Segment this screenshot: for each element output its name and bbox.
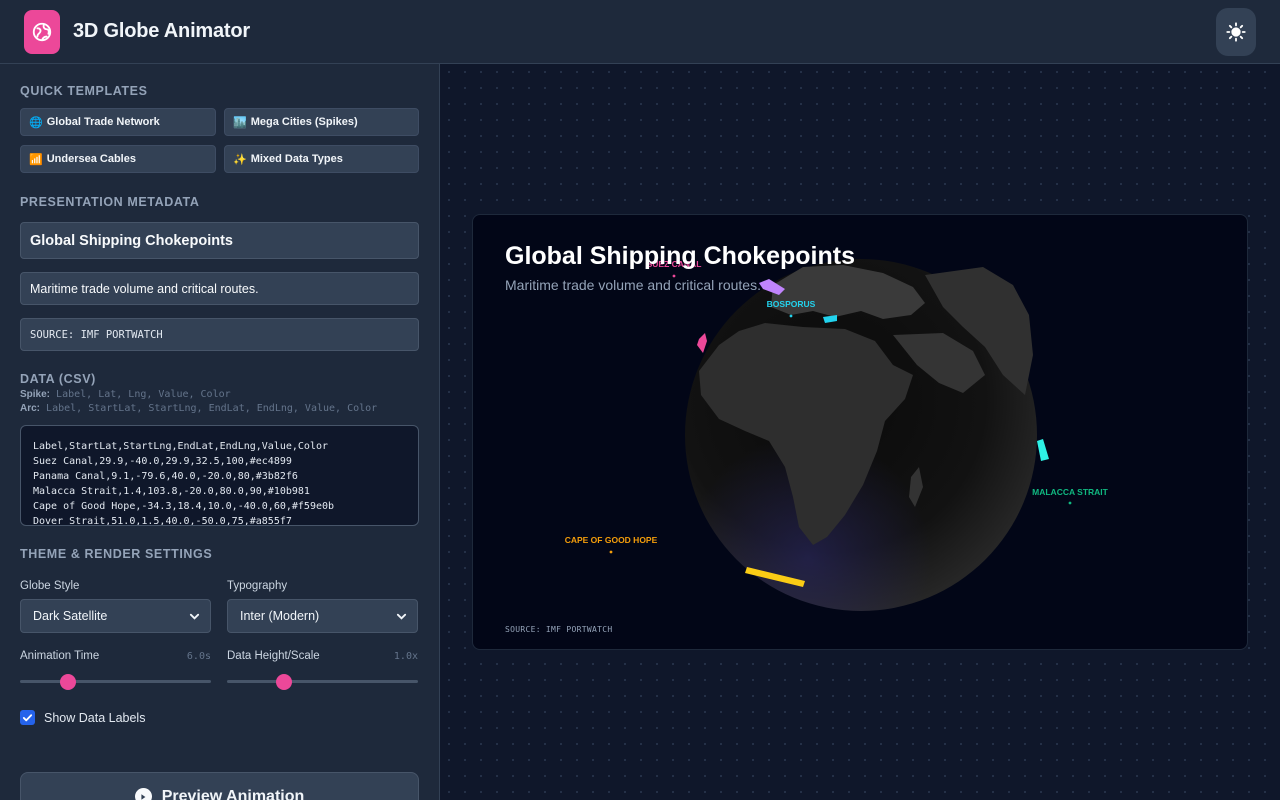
globe-logo-icon xyxy=(24,9,60,54)
globe-style-value: Dark Satellite xyxy=(33,609,108,623)
csv-line: Dover Strait,51.0,1.5,40.0,-50.0,75,#a85… xyxy=(33,516,292,526)
globe-style-setting: Globe Style Dark Satellite xyxy=(20,580,211,633)
preview-card: SUEZ CANAL BOSPORUS MALACCA STRAIT CAPE … xyxy=(472,214,1248,650)
show-labels-label: Show Data Labels xyxy=(44,710,146,725)
csv-line: Cape of Good Hope,-34.3,18.4,10.0,-40.0,… xyxy=(33,501,335,512)
globe-icon: 🌐 xyxy=(29,116,43,129)
preview-animation-button[interactable]: Preview Animation xyxy=(20,772,419,800)
data-height-label: Data Height/Scale xyxy=(227,650,320,662)
bosporus-label: BOSPORUS xyxy=(767,299,816,309)
preview-subtitle: Maritime trade volume and critical route… xyxy=(505,277,761,293)
theme-toggle-button[interactable] xyxy=(1216,8,1256,56)
quick-templates-heading: Quick Templates xyxy=(20,84,148,98)
typography-label: Typography xyxy=(227,580,288,592)
animation-time-slider[interactable] xyxy=(20,674,211,690)
suez-spike xyxy=(697,333,707,353)
template-mega-cities-button[interactable]: 🏙️ Mega Cities (Spikes) xyxy=(224,108,419,136)
template-global-trade-button[interactable]: 🌐 Global Trade Network xyxy=(20,108,216,136)
app-header: 3D Globe Animator xyxy=(0,0,1280,64)
template-undersea-cables-button[interactable]: 📶 Undersea Cables xyxy=(20,145,216,173)
spike-format-hint: Spike: Label, Lat, Lng, Value, Color xyxy=(20,388,419,402)
csv-line: Label,StartLat,StartLng,EndLat,EndLng,Va… xyxy=(33,441,329,452)
cape-label: CAPE OF GOOD HOPE xyxy=(565,535,658,545)
cityscape-icon: 🏙️ xyxy=(233,116,247,129)
csv-line: Suez Canal,29.9,-40.0,29.9,32.5,100,#ec4… xyxy=(33,456,292,467)
template-label: Global Trade Network xyxy=(46,116,160,128)
typography-value: Inter (Modern) xyxy=(240,609,320,623)
data-height-slider[interactable] xyxy=(227,674,418,690)
globe-style-select[interactable]: Dark Satellite xyxy=(20,599,211,633)
templates-grid: 🌐 Global Trade Network 🏙️ Mega Cities (Spi… xyxy=(20,108,419,173)
cyan-spike-malacca xyxy=(1037,439,1049,461)
data-height-value: 1.0x xyxy=(393,651,418,662)
theme-settings-heading: Theme & Render Settings xyxy=(20,547,213,561)
template-label: Undersea Cables xyxy=(46,153,136,165)
bosporus-marker xyxy=(789,314,793,318)
slider-track xyxy=(227,680,418,683)
arc-format-hint: Arc: Label, StartLat, StartLng, EndLat, … xyxy=(20,402,419,416)
preview-area: SUEZ CANAL BOSPORUS MALACCA STRAIT CAPE … xyxy=(441,64,1280,800)
settings-sidebar: Quick Templates 🌐 Global Trade Network 🏙️… xyxy=(0,64,440,800)
csv-textarea[interactable]: Label,StartLat,StartLng,EndLat,EndLng,Va… xyxy=(20,425,419,526)
chevron-down-icon xyxy=(396,613,407,620)
cape-marker xyxy=(609,550,613,554)
app-title: 3D Globe Animator xyxy=(73,20,250,42)
csv-line: Panama Canal,9.1,-79.6,40.0,-20.0,80,#3b… xyxy=(33,471,298,482)
template-label: Mixed Data Types xyxy=(250,153,343,165)
spike-format-text: Label, Lat, Lng, Value, Color xyxy=(56,389,231,400)
check-icon xyxy=(22,714,33,722)
preview-animation-label: Preview Animation xyxy=(161,788,305,800)
animation-time-setting: Animation Time 6.0s xyxy=(20,650,211,690)
csv-line: Malacca Strait,1.4,103.8,-20.0,80.0,90,#… xyxy=(33,486,310,497)
animation-time-value: 6.0s xyxy=(186,651,211,662)
sparkles-icon: ✨ xyxy=(233,153,247,166)
preview-title: Global Shipping Chokepoints xyxy=(505,242,855,270)
globe-style-label: Globe Style xyxy=(20,580,80,592)
source-input[interactable]: SOURCE: IMF PORTWATCH xyxy=(20,318,419,351)
title-input[interactable]: Global Shipping Chokepoints xyxy=(20,222,419,259)
data-height-setting: Data Height/Scale 1.0x xyxy=(227,650,418,690)
chevron-down-icon xyxy=(189,613,200,620)
malacca-marker xyxy=(1068,501,1072,505)
template-mixed-data-button[interactable]: ✨ Mixed Data Types xyxy=(224,145,419,173)
template-label: Mega Cities (Spikes) xyxy=(250,116,358,128)
sun-icon xyxy=(1226,22,1246,42)
malacca-label: MALACCA STRAIT xyxy=(1032,487,1109,497)
slider-thumb[interactable] xyxy=(59,674,76,690)
animation-time-label: Animation Time xyxy=(20,650,100,662)
spike-format-label: Spike: xyxy=(20,389,51,400)
slider-track xyxy=(20,680,211,683)
arc-format-label: Arc: xyxy=(20,403,41,414)
arc-format-text: Label, StartLat, StartLng, EndLat, EndLn… xyxy=(46,403,378,414)
slider-thumb[interactable] xyxy=(276,674,293,690)
typography-setting: Typography Inter (Modern) xyxy=(227,580,418,633)
preview-source: SOURCE: IMF PORTWATCH xyxy=(505,625,613,634)
show-labels-row: Show Data Labels xyxy=(20,710,419,725)
signal-icon: 📶 xyxy=(29,153,43,166)
play-circle-icon xyxy=(134,788,152,800)
show-labels-checkbox[interactable] xyxy=(20,710,35,725)
typography-select[interactable]: Inter (Modern) xyxy=(227,599,418,633)
subtitle-input[interactable]: Maritime trade volume and critical route… xyxy=(20,272,419,305)
data-csv-heading: Data (CSV) xyxy=(20,372,96,386)
metadata-heading: Presentation Metadata xyxy=(20,195,200,209)
